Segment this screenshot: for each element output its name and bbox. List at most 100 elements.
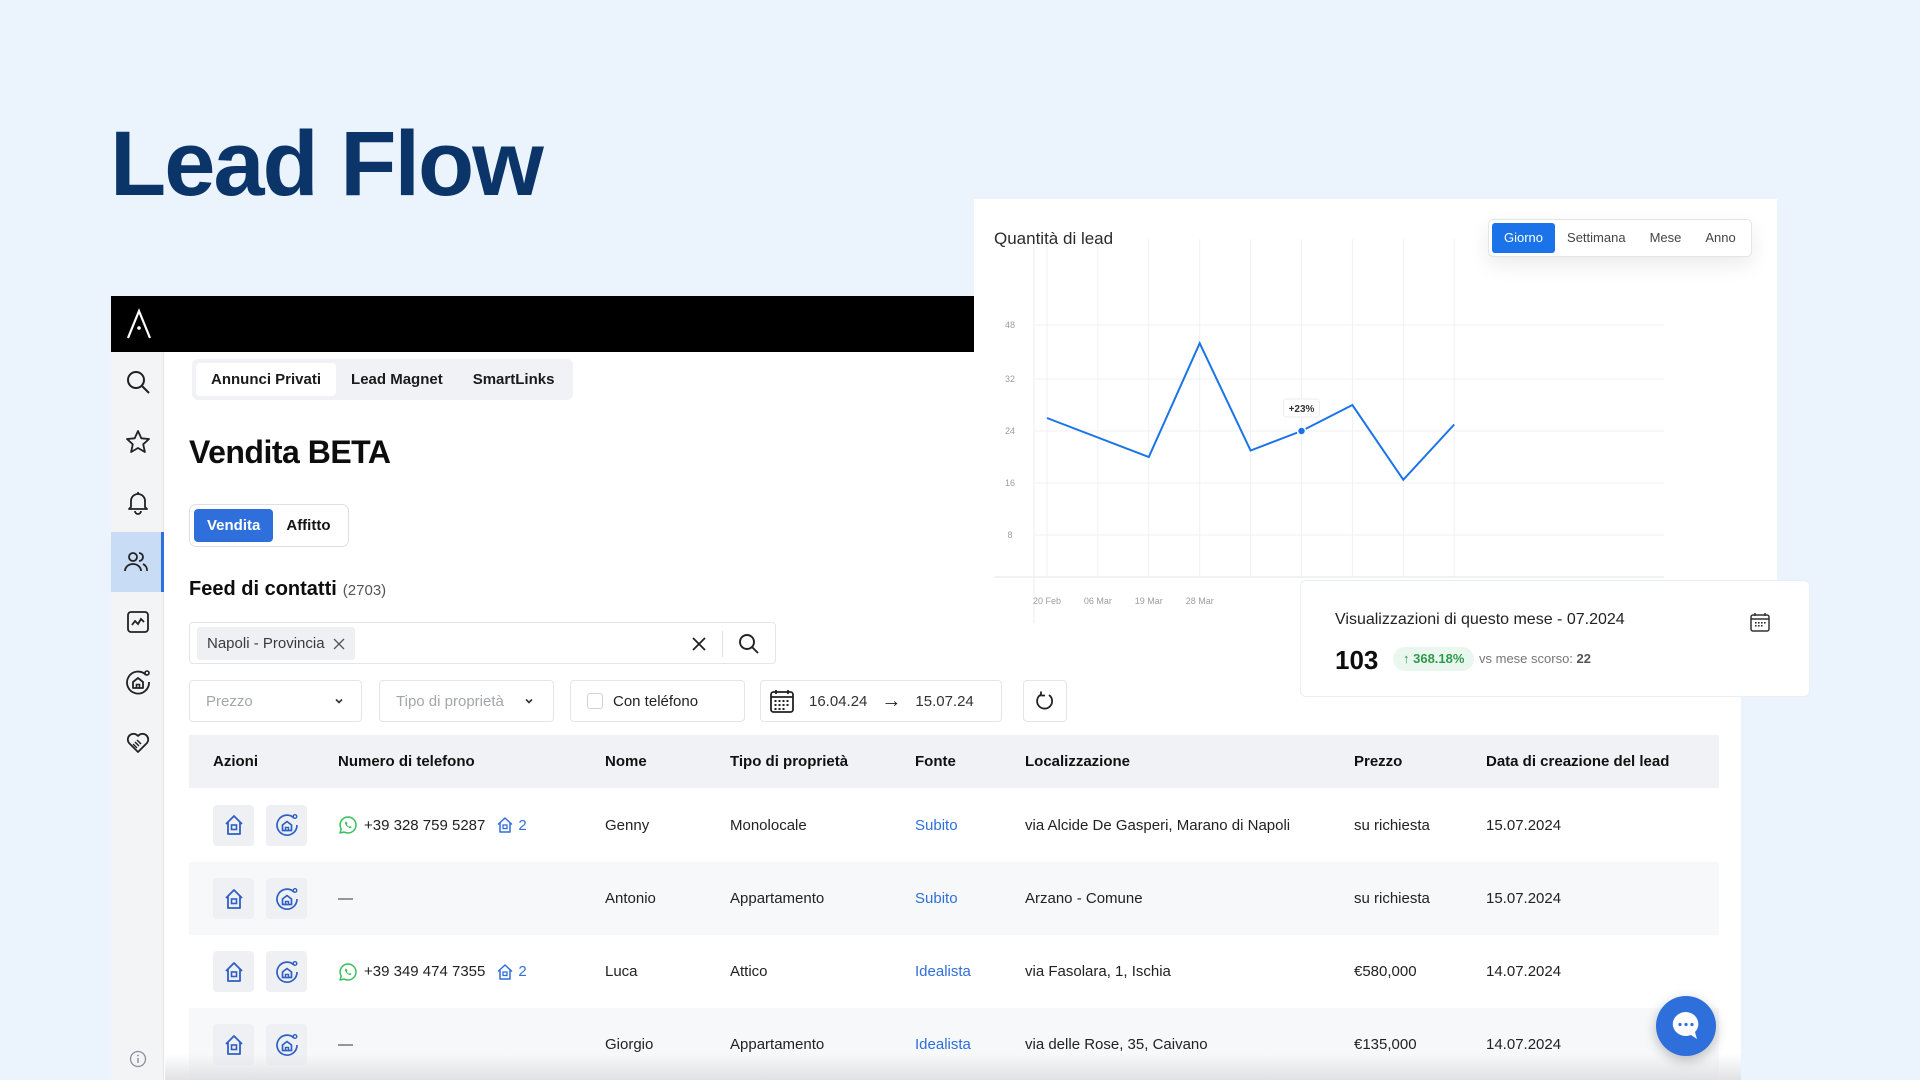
property-count-icon xyxy=(497,817,513,833)
chip-remove-icon[interactable] xyxy=(333,638,345,650)
sidebar-item-analytics[interactable] xyxy=(111,592,164,652)
feed-count: (2703) xyxy=(342,582,387,599)
source-link[interactable]: Subito xyxy=(915,817,958,834)
cell-date: 15.07.2024 xyxy=(1486,816,1562,834)
period-anno[interactable]: Anno xyxy=(1693,223,1747,253)
tab-smartlinks[interactable]: SmartLinks xyxy=(458,363,570,396)
valuation-button[interactable] xyxy=(266,878,307,919)
property-count[interactable]: 2 xyxy=(495,815,527,835)
toggle-vendita[interactable]: Vendita xyxy=(194,509,274,542)
col-date[interactable]: Data di creazione del lead xyxy=(1486,753,1686,770)
row-actions xyxy=(189,951,338,992)
cell-type: Appartamento xyxy=(730,890,825,907)
toggle-affitto[interactable]: Affitto xyxy=(273,509,343,542)
sidebar-item-notifications[interactable] xyxy=(111,472,164,532)
source-link[interactable]: Subito xyxy=(915,890,958,907)
table-body: +39 328 759 5287 2 Genny Monolocale Subito vi… xyxy=(189,788,1719,1080)
table-header: Azioni Numero di telefono Nome Tipo di p… xyxy=(189,735,1719,788)
source-link[interactable]: Idealista xyxy=(915,1036,971,1053)
cell-phone: — xyxy=(338,1036,605,1053)
house-circle-icon xyxy=(125,670,150,695)
search-icon xyxy=(126,371,150,394)
search-icon[interactable] xyxy=(737,632,761,656)
x-tick-label: 06 Mar xyxy=(1084,596,1112,606)
price-dropdown[interactable]: Prezzo xyxy=(189,680,362,722)
cell-phone: +39 349 474 7355 2 xyxy=(338,962,605,982)
x-tick-label: 19 Mar xyxy=(1135,596,1163,606)
property-count[interactable]: 2 xyxy=(495,962,527,982)
calendar-icon[interactable] xyxy=(1749,611,1771,633)
col-source[interactable]: Fonte xyxy=(915,753,1025,770)
feed-title-label: Feed di contatti xyxy=(189,578,337,600)
clear-search-icon[interactable] xyxy=(689,634,709,654)
sidebar-info[interactable] xyxy=(111,1044,164,1074)
phone-number[interactable]: +39 349 474 7355 xyxy=(364,963,485,980)
cell-name: Genny xyxy=(605,816,650,834)
chevron-down-icon xyxy=(525,698,533,704)
date-range-picker[interactable]: 16.04.24 → 15.07.24 xyxy=(760,680,1002,722)
bottom-fade xyxy=(165,1054,1741,1080)
phone-number[interactable]: +39 328 759 5287 xyxy=(364,817,485,834)
date-from: 16.04.24 xyxy=(809,692,868,710)
col-azioni[interactable]: Azioni xyxy=(189,753,338,770)
lead-quantity-chart: 8 16 24 32 48 20 Feb 06 Mar 19 Mar 28 Mar +23% xyxy=(994,239,1664,623)
sidebar xyxy=(111,352,164,1080)
sidebar-item-search[interactable] xyxy=(111,352,164,412)
x-tick-label: 28 Mar xyxy=(1186,596,1214,606)
cell-date: 14.07.2024 xyxy=(1486,963,1562,980)
with-phone-checkbox[interactable] xyxy=(587,693,603,709)
view-property-button[interactable] xyxy=(213,878,254,919)
cell-location: Arzano - Comune xyxy=(1025,890,1143,907)
col-price[interactable]: Prezzo xyxy=(1354,753,1486,770)
cell-price: €580,000 xyxy=(1354,963,1417,980)
sidebar-item-favorites[interactable] xyxy=(111,412,164,472)
period-selector: Giorno Settimana Mese Anno xyxy=(1488,219,1752,257)
source-link[interactable]: Idealista xyxy=(915,963,971,980)
property-type-placeholder: Tipo di proprietà xyxy=(396,692,504,710)
col-type[interactable]: Tipo di proprietà xyxy=(730,753,915,770)
highlighted-point xyxy=(1296,426,1307,436)
listing-type-toggle: Vendita Affitto xyxy=(189,504,349,547)
cell-date: 15.07.2024 xyxy=(1486,890,1562,907)
date-to: 15.07.24 xyxy=(915,692,974,710)
property-count-value: 2 xyxy=(518,816,527,834)
stats-value: 103 xyxy=(1335,645,1379,675)
tab-lead-magnet[interactable]: Lead Magnet xyxy=(336,363,458,396)
cell-type: Appartamento xyxy=(730,1036,825,1053)
whatsapp-icon xyxy=(339,816,357,834)
table-row[interactable]: +39 349 474 7355 2 Luca Attico Idealista via … xyxy=(189,935,1719,1008)
whatsapp-icon xyxy=(339,962,357,981)
with-phone-filter[interactable]: Con teléfono xyxy=(570,680,745,722)
property-count-value: 2 xyxy=(518,963,527,980)
table-row[interactable]: — Antonio Appartamento Subito Arzano - Comun… xyxy=(189,862,1719,935)
valuation-button[interactable] xyxy=(266,951,307,992)
property-type-dropdown[interactable]: Tipo di proprietà xyxy=(379,680,554,722)
col-phone[interactable]: Numero di telefono xyxy=(338,753,605,770)
refresh-icon xyxy=(1036,691,1053,710)
handshake-heart-icon xyxy=(126,732,149,753)
price-placeholder: Prezzo xyxy=(206,692,253,710)
refresh-button[interactable] xyxy=(1023,680,1067,722)
hero-title: Lead Flow xyxy=(110,113,544,215)
period-mese[interactable]: Mese xyxy=(1638,223,1694,253)
valuation-button[interactable] xyxy=(266,804,307,846)
period-giorno[interactable]: Giorno xyxy=(1492,223,1556,253)
chat-button[interactable] xyxy=(1656,996,1716,1056)
location-search-input[interactable]: Napoli - Provincia xyxy=(189,622,776,664)
tab-annunci-privati[interactable]: Annunci Privati xyxy=(196,363,337,396)
view-property-button[interactable] xyxy=(213,804,254,846)
table-row[interactable]: +39 328 759 5287 2 Genny Monolocale Subito vi… xyxy=(189,788,1719,862)
chart-icon xyxy=(126,611,149,633)
period-settimana[interactable]: Settimana xyxy=(1555,223,1638,253)
col-name[interactable]: Nome xyxy=(605,753,730,770)
location-chip-label: Napoli - Provincia xyxy=(207,635,325,652)
app-logo[interactable] xyxy=(125,308,153,340)
sidebar-item-contacts[interactable] xyxy=(111,532,164,592)
sidebar-item-property-valuation[interactable] xyxy=(111,652,164,712)
col-location[interactable]: Localizzazione xyxy=(1025,753,1354,770)
cell-location: via delle Rose, 35, Caivano xyxy=(1025,1036,1208,1053)
users-icon xyxy=(124,552,148,572)
view-property-button[interactable] xyxy=(213,951,254,992)
y-tick-label: 24 xyxy=(1005,426,1015,436)
sidebar-item-deals[interactable] xyxy=(111,712,164,772)
